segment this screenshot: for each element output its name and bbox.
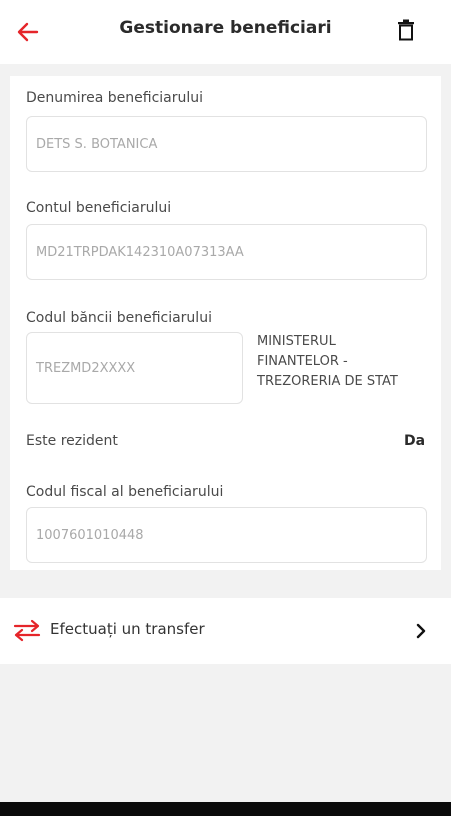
beneficiary-account-label: Contul beneficiarului	[26, 200, 172, 216]
beneficiary-account-value: MD21TRPDAK142310A07313AA	[36, 244, 244, 260]
resident-label: Este rezident	[26, 433, 118, 449]
make-transfer-label: Efectuați un transfer	[50, 620, 205, 638]
chevron-right-icon	[416, 623, 426, 639]
fiscal-code-label: Codul fiscal al beneficiarului	[26, 484, 224, 500]
delete-button[interactable]	[388, 12, 424, 48]
beneficiary-name-value: DETS S. BOTANICA	[36, 136, 158, 152]
header-bar: Gestionare beneficiari	[0, 0, 451, 64]
bank-code-field[interactable]: TREZMD2XXXX	[26, 332, 243, 404]
beneficiary-details-card: Denumirea beneficiarului DETS S. BOTANIC…	[10, 76, 441, 570]
bank-code-label: Codul băncii beneficiarului	[26, 310, 212, 326]
system-navigation-bar	[0, 802, 451, 816]
fiscal-code-value: 1007601010448	[36, 527, 144, 543]
transfer-arrows-icon	[13, 619, 41, 642]
bank-name-line: MINISTERUL	[257, 334, 336, 349]
make-transfer-row[interactable]: Efectuați un transfer	[0, 598, 451, 664]
bank-name: MINISTERUL FINANTELOR - TREZORERIA DE ST…	[257, 332, 447, 392]
bank-code-value: TREZMD2XXXX	[36, 360, 136, 376]
trash-icon	[398, 19, 414, 41]
beneficiary-name-label: Denumirea beneficiarului	[26, 90, 204, 106]
page-title: Gestionare beneficiari	[119, 18, 332, 38]
beneficiary-name-field[interactable]: DETS S. BOTANICA	[26, 116, 427, 172]
bank-name-line: TREZORERIA DE STAT	[257, 374, 398, 389]
fiscal-code-field[interactable]: 1007601010448	[26, 507, 427, 563]
resident-value: Da	[404, 433, 426, 449]
beneficiary-account-field[interactable]: MD21TRPDAK142310A07313AA	[26, 224, 427, 280]
bank-name-line: FINANTELOR -	[257, 354, 348, 369]
